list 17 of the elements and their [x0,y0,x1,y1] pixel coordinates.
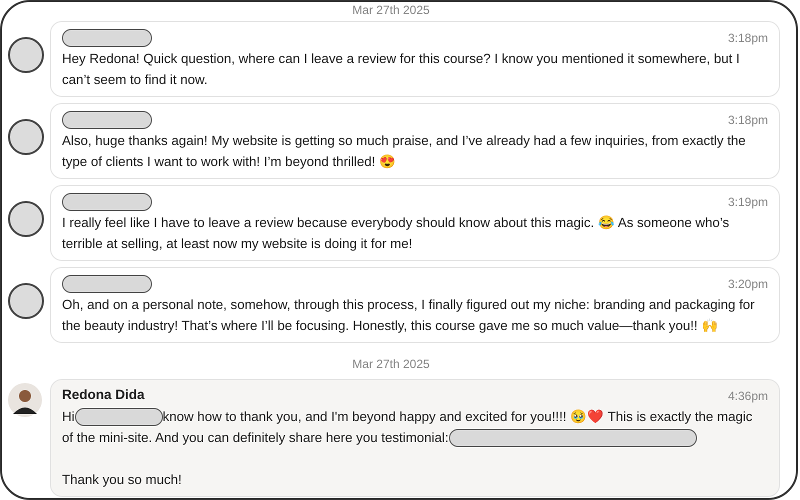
message-text: Hi [62,408,75,426]
message-text: of the mini-site. And you can definitely share here you testimonial: [62,429,449,447]
author-name: Redona Dida [62,386,145,404]
message-text: Also, huge thanks again! My website is getting so much praise, and I’ve already had a few inquiries, from exactly the type of clients I want to work with! I’m beyond thrilled! 😍 [62,132,747,171]
avatar-silhouette-icon [8,383,42,417]
message-text: Thank you so much! [62,471,183,489]
message-time: 3:19pm [728,194,768,210]
message-text: I really feel like I have to leave a review because everybody should know about this magic. 😂 As someone who’s terrible at selling, at least now my website is doing it for me! [62,214,730,253]
message-time: 3:20pm [728,276,768,292]
date-separator: Mar 27th 2025 [352,3,430,17]
message-text: know how to thank you, and I'm beyond happy and excited for you!!!! 🥹❤ This is exactly the magic [162,408,752,426]
message-time: 3:18pm [728,112,768,128]
message-time: 4:36pm [728,388,768,404]
message-time: 3:18pm [728,30,768,46]
message-text: Hey Redona! Quick question, where can I leave a review for this course? I know you mentioned it somewhere, but I can’t seem to find it now. [62,50,741,89]
message-text: Oh, and on a personal note, somehow, through this process, I finally figured out my niche: branding and packaging for the beauty industry! That’s where I’ll be focusing. Honestly, this course gave me so much value—thank you!! 🙌 [62,296,756,335]
date-separator: Mar 27th 2025 [352,357,430,371]
